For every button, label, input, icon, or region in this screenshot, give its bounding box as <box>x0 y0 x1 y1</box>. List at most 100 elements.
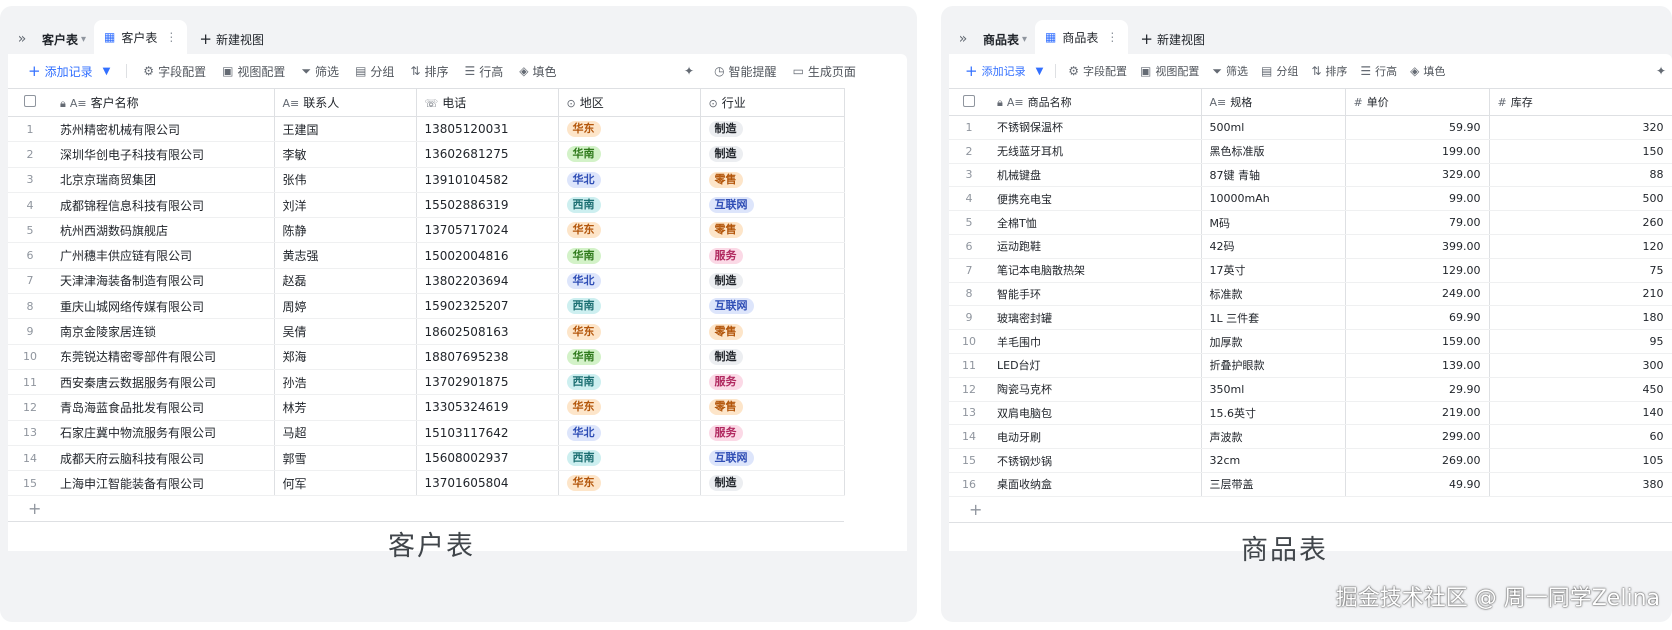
cell-contact[interactable]: 刘洋 <box>274 192 417 219</box>
cell-industry[interactable]: 服务 <box>700 242 845 269</box>
cell-product-name[interactable]: 不锈钢保温杯 <box>989 115 1202 140</box>
row-number[interactable]: 14 <box>8 445 52 472</box>
cell-spec[interactable]: 1L 三件套 <box>1201 305 1346 331</box>
cell-region[interactable]: 西南 <box>558 293 701 320</box>
cell-contact[interactable]: 何军 <box>274 470 417 497</box>
cell-customer-name[interactable]: 深圳华创电子科技有限公司 <box>52 141 275 168</box>
cell-phone[interactable]: 13705717024 <box>416 217 559 244</box>
table-row[interactable]: 10 羊毛围巾 加厚款 159.00 95 <box>949 329 1672 354</box>
table-row[interactable]: 11 西安秦唐云数据服务有限公司 孙浩 13702901875 西南 服务 <box>8 369 845 396</box>
filter-button[interactable]: ⏷ 筛选 <box>1212 63 1248 79</box>
cell-phone[interactable]: 13802203694 <box>416 268 559 295</box>
cell-industry[interactable]: 制造 <box>700 470 845 497</box>
cell-region[interactable]: 华南 <box>558 242 701 269</box>
row-number[interactable]: 4 <box>949 186 989 212</box>
table-row[interactable]: 3 机械键盘 87键 青轴 329.00 88 <box>949 163 1672 188</box>
cell-customer-name[interactable]: 成都天府云脑科技有限公司 <box>52 445 275 472</box>
cell-stock[interactable]: 95 <box>1489 329 1672 354</box>
column-header-contact[interactable]: A≡ 联系人 <box>274 88 417 117</box>
expand-sidebar-icon[interactable]: » <box>8 24 36 54</box>
cell-customer-name[interactable]: 石家庄冀中物流服务有限公司 <box>52 420 275 446</box>
cell-stock[interactable]: 500 <box>1489 186 1672 212</box>
table-row[interactable]: 2 无线蓝牙耳机 黑色标准版 199.00 150 <box>949 139 1672 164</box>
cell-customer-name[interactable]: 重庆山城网络传媒有限公司 <box>52 293 275 320</box>
cell-contact[interactable]: 黄志强 <box>274 242 417 269</box>
cell-region[interactable]: 西南 <box>558 192 701 219</box>
table-row[interactable]: 5 全棉T恤 M码 79.00 260 <box>949 210 1672 235</box>
table-row[interactable]: 13 石家庄冀中物流服务有限公司 马超 15103117642 华北 服务 <box>8 420 845 446</box>
cell-phone[interactable]: 15502886319 <box>416 192 559 219</box>
row-height-button[interactable]: ☰ 行高 <box>465 63 504 80</box>
row-number[interactable]: 13 <box>8 420 52 446</box>
row-number[interactable]: 10 <box>8 344 52 370</box>
cell-price[interactable]: 129.00 <box>1345 258 1490 283</box>
cell-contact[interactable]: 周婷 <box>274 293 417 320</box>
cell-contact[interactable]: 张伟 <box>274 167 417 193</box>
column-header-industry[interactable]: ⊙ 行业 <box>700 88 845 117</box>
column-header-spec[interactable]: A≡ 规格 <box>1201 88 1346 116</box>
smart-remind-button[interactable]: ◷ 智能提醒 <box>714 63 777 80</box>
table-selector[interactable]: 客户表 ▾ <box>36 24 94 54</box>
cell-region[interactable]: 华北 <box>558 268 701 295</box>
row-number[interactable]: 11 <box>949 353 989 378</box>
cell-stock[interactable]: 300 <box>1489 353 1672 378</box>
cell-industry[interactable]: 零售 <box>700 167 845 193</box>
cell-product-name[interactable]: 运动跑鞋 <box>989 234 1202 259</box>
row-number[interactable]: 7 <box>949 258 989 283</box>
cell-region[interactable]: 华东 <box>558 116 701 143</box>
table-row[interactable]: 12 陶瓷马克杯 350ml 29.90 450 <box>949 377 1672 402</box>
table-row[interactable]: 6 广州穗丰供应链有限公司 黄志强 15002004816 华南 服务 <box>8 242 845 269</box>
cell-spec[interactable]: 42码 <box>1201 234 1346 259</box>
row-number[interactable]: 8 <box>949 282 989 307</box>
cell-price[interactable]: 79.00 <box>1345 210 1490 235</box>
row-number[interactable]: 14 <box>949 424 989 450</box>
add-record-button[interactable]: + 添加记录 ▼ <box>28 62 110 80</box>
new-view-button[interactable]: + 新建视图 <box>1128 24 1217 54</box>
cell-product-name[interactable]: 羊毛围巾 <box>989 329 1202 354</box>
view-config-button[interactable]: ▣ 视图配置 <box>1140 63 1199 79</box>
table-row[interactable]: 16 桌面收纳盒 三层带盖 49.90 380 <box>949 472 1672 497</box>
cell-price[interactable]: 299.00 <box>1345 424 1490 450</box>
cell-stock[interactable]: 450 <box>1489 377 1672 402</box>
ai-sparkle-button[interactable]: ✦ <box>1656 64 1670 78</box>
cell-stock[interactable]: 60 <box>1489 424 1672 450</box>
cell-price[interactable]: 139.00 <box>1345 353 1490 378</box>
add-record-button[interactable]: + 添加记录 ▼ <box>965 62 1043 80</box>
table-row[interactable]: 15 不锈钢炒锅 32cm 269.00 105 <box>949 448 1672 473</box>
more-icon[interactable]: ⋮ <box>1106 30 1118 44</box>
generate-page-button[interactable]: ▭ 生成页面 <box>793 63 856 80</box>
cell-region[interactable]: 华东 <box>558 318 701 345</box>
column-header-phone[interactable]: ☏ 电话 <box>416 88 559 117</box>
column-header-customer-name[interactable]: 🔒︎ A≡ 客户名称 <box>52 88 275 117</box>
table-row[interactable]: 4 成都锦程信息科技有限公司 刘洋 15502886319 西南 互联网 <box>8 192 845 219</box>
row-number[interactable]: 8 <box>8 293 52 320</box>
cell-region[interactable]: 西南 <box>558 369 701 396</box>
cell-industry[interactable]: 服务 <box>700 420 845 446</box>
cell-stock[interactable]: 180 <box>1489 305 1672 331</box>
cell-price[interactable]: 49.90 <box>1345 472 1490 497</box>
table-selector[interactable]: 商品表 ▾ <box>977 24 1035 54</box>
cell-spec[interactable]: 17英寸 <box>1201 258 1346 283</box>
table-row[interactable]: 6 运动跑鞋 42码 399.00 120 <box>949 234 1672 259</box>
cell-region[interactable]: 华北 <box>558 167 701 193</box>
cell-price[interactable]: 219.00 <box>1345 401 1490 426</box>
cell-industry[interactable]: 制造 <box>700 344 845 370</box>
cell-contact[interactable]: 赵磊 <box>274 268 417 295</box>
cell-price[interactable]: 69.90 <box>1345 305 1490 331</box>
table-row[interactable]: 4 便携充电宝 10000mAh 99.00 500 <box>949 186 1672 212</box>
row-number[interactable]: 11 <box>8 369 52 396</box>
cell-phone[interactable]: 15103117642 <box>416 420 559 446</box>
cell-phone[interactable]: 13701605804 <box>416 470 559 497</box>
view-tab[interactable]: ▦ 客户表 ⋮ <box>94 20 188 54</box>
cell-spec[interactable]: 标准款 <box>1201 282 1346 307</box>
cell-stock[interactable]: 120 <box>1489 234 1672 259</box>
cell-phone[interactable]: 13910104582 <box>416 167 559 193</box>
cell-product-name[interactable]: 智能手环 <box>989 282 1202 307</box>
cell-product-name[interactable]: 笔记本电脑散热架 <box>989 258 1202 283</box>
row-number[interactable]: 1 <box>8 116 52 143</box>
table-row[interactable]: 12 青岛海蓝食品批发有限公司 林芳 13305324619 华东 零售 <box>8 394 845 421</box>
filter-button[interactable]: ⏷ 筛选 <box>301 63 339 80</box>
cell-customer-name[interactable]: 上海申江智能装备有限公司 <box>52 470 275 497</box>
row-number[interactable]: 15 <box>949 448 989 473</box>
table-row[interactable]: 14 成都天府云脑科技有限公司 郭雪 15608002937 西南 互联网 <box>8 445 845 472</box>
